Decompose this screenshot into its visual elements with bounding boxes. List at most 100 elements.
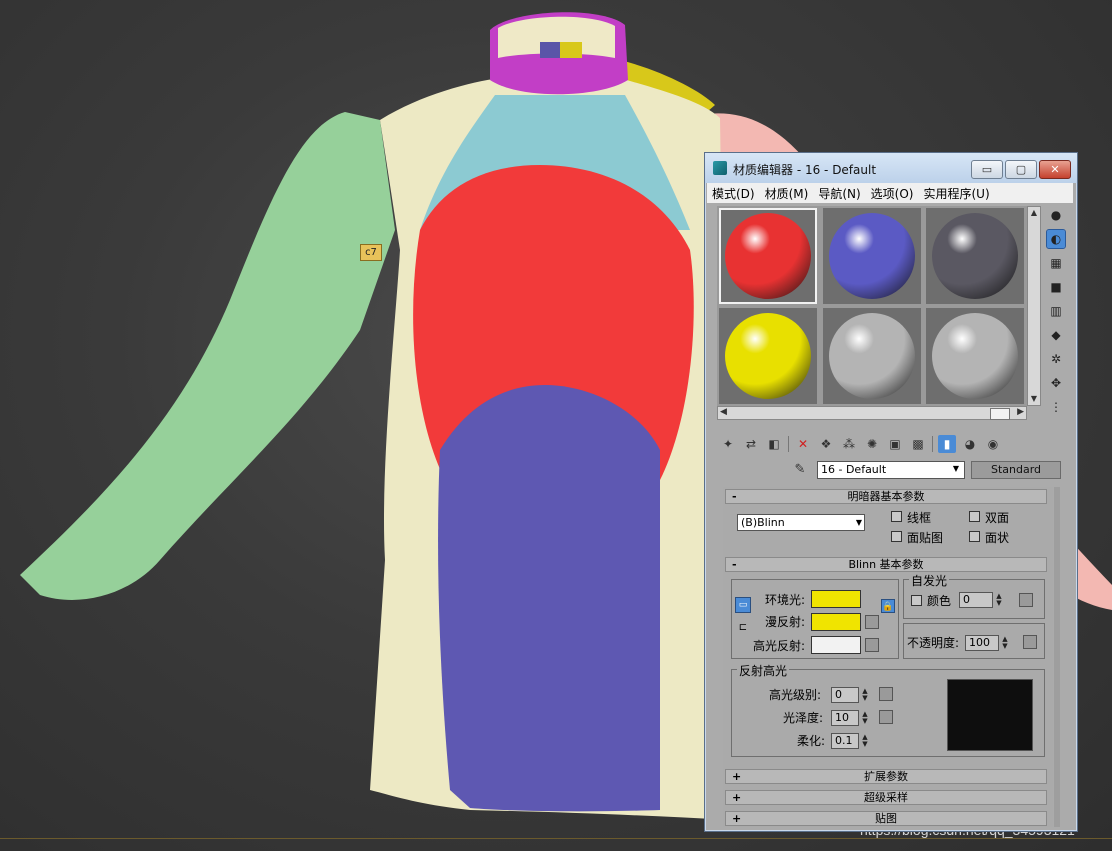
shader-basic-title: 明暗器基本参数 xyxy=(847,490,925,503)
slots-vertical-scrollbar[interactable]: ▲ ▼ xyxy=(1027,206,1041,406)
wire-checkbox[interactable] xyxy=(891,511,902,522)
close-button[interactable]: ✕ xyxy=(1039,160,1071,179)
go-forward-sibling-icon[interactable]: ◕ xyxy=(961,435,979,453)
material-type-button[interactable]: Standard xyxy=(971,461,1061,479)
sample-uv-tiling-icon[interactable]: ■ xyxy=(1047,278,1065,296)
spinner-arrows-icon[interactable]: ▲ ▼ xyxy=(1000,636,1010,650)
title-bar[interactable]: 材质编辑器 - 16 - Default ▭ ▢ ✕ xyxy=(705,153,1077,183)
assign-to-selection-icon[interactable]: ◧ xyxy=(765,435,783,453)
show-end-result-icon[interactable]: ▩ xyxy=(909,435,927,453)
diffuse-label: 漫反射: xyxy=(765,615,806,629)
faceted-checkbox[interactable] xyxy=(969,531,980,542)
vertex-tag: c7 xyxy=(360,244,382,261)
show-map-in-viewport-icon[interactable]: ▣ xyxy=(886,435,904,453)
spinner-arrows-icon[interactable]: ▲ ▼ xyxy=(860,688,870,702)
select-by-material-icon[interactable]: ✥ xyxy=(1047,374,1065,392)
face-map-checkbox[interactable] xyxy=(891,531,902,542)
material-sphere-icon[interactable]: ◉ xyxy=(984,435,1002,453)
shader-basic-rollout-header[interactable]: - 明暗器基本参数 xyxy=(725,489,1047,504)
spinner-arrows-icon[interactable]: ▲ ▼ xyxy=(994,593,1004,607)
material-name-row: ✎ 16 - Default ▼ Standard xyxy=(791,461,1061,481)
glossiness-spinner[interactable]: 10 ▲ ▼ xyxy=(831,710,868,726)
self-illum-color-checkbox[interactable] xyxy=(911,595,922,606)
material-name-field[interactable]: 16 - Default xyxy=(817,461,965,479)
soften-spinner[interactable]: 0.1 ▲ ▼ xyxy=(831,733,868,749)
sample-type-icon[interactable]: ● xyxy=(1047,206,1065,224)
blinn-basic-rollout-header[interactable]: - Blinn 基本参数 xyxy=(725,557,1047,572)
diffuse-map-button[interactable] xyxy=(865,615,879,629)
toolbar-separator xyxy=(788,436,789,452)
reset-map-icon[interactable]: ✕ xyxy=(794,435,812,453)
specular-map-button[interactable] xyxy=(865,638,879,652)
spinner-arrows-icon[interactable]: ▲ ▼ xyxy=(860,734,870,748)
spinner-arrows-icon[interactable]: ▲ ▼ xyxy=(860,711,870,725)
sample-sphere xyxy=(725,313,811,399)
scroll-left-arrow-icon[interactable]: ◀ xyxy=(720,407,727,417)
lock-ambient-diffuse-icon[interactable]: ▭ xyxy=(735,597,751,613)
go-to-parent-icon[interactable]: ▮ xyxy=(938,435,956,453)
sample-slot-5[interactable] xyxy=(823,308,921,404)
shader-type-value: (B)Blinn xyxy=(741,516,785,529)
put-to-library-icon[interactable]: ⁂ xyxy=(840,435,858,453)
extended-params-rollout-header[interactable]: + 扩展参数 xyxy=(725,769,1047,784)
scroll-thumb[interactable] xyxy=(990,408,1010,420)
extended-params-title: 扩展参数 xyxy=(864,770,908,783)
wire-label: 线框 xyxy=(907,511,932,525)
supersampling-rollout-header[interactable]: + 超级采样 xyxy=(725,790,1047,805)
sample-slots xyxy=(717,206,1027,406)
scroll-down-arrow-icon[interactable]: ▼ xyxy=(1028,393,1040,405)
background-icon[interactable]: ▦ xyxy=(1047,254,1065,272)
opacity-map-button[interactable] xyxy=(1023,635,1037,649)
backlight-icon[interactable]: ◐ xyxy=(1046,229,1066,249)
eyedropper-icon[interactable]: ✎ xyxy=(791,462,809,480)
video-color-check-icon[interactable]: ▥ xyxy=(1047,302,1065,320)
scroll-up-arrow-icon[interactable]: ▲ xyxy=(1028,207,1040,219)
lock-icon[interactable]: 🔒 xyxy=(881,599,895,613)
sample-slot-3[interactable] xyxy=(926,208,1024,304)
menu-utilities[interactable]: 实用程序(U) xyxy=(918,185,994,202)
get-material-icon[interactable]: ✦ xyxy=(719,435,737,453)
two-sided-checkbox[interactable] xyxy=(969,511,980,522)
sleeve-left xyxy=(20,112,395,600)
make-preview-icon[interactable]: ◆ xyxy=(1047,326,1065,344)
panel-scrollbar[interactable] xyxy=(1054,487,1060,827)
maximize-button[interactable]: ▢ xyxy=(1005,160,1037,179)
ambient-color-swatch[interactable] xyxy=(811,590,861,608)
specular-color-swatch[interactable] xyxy=(811,636,861,654)
sample-slot-1[interactable] xyxy=(719,208,817,304)
sample-sphere xyxy=(932,313,1018,399)
sample-slot-6[interactable] xyxy=(926,308,1024,404)
self-illum-title: 自发光 xyxy=(909,572,950,589)
supersampling-title: 超级采样 xyxy=(864,791,908,804)
collapse-icon: - xyxy=(732,490,737,503)
lock-diffuse-specular-icon[interactable]: ⊏ xyxy=(735,621,751,637)
sample-slot-2[interactable] xyxy=(823,208,921,304)
chevron-down-icon: ▼ xyxy=(855,518,862,527)
maps-rollout-header[interactable]: + 贴图 xyxy=(725,811,1047,826)
put-to-scene-icon[interactable]: ⇄ xyxy=(742,435,760,453)
shader-type-dropdown[interactable]: (B)Blinn ▼ xyxy=(737,514,865,531)
menu-options[interactable]: 选项(O) xyxy=(866,185,919,202)
material-editor-window[interactable]: 材质编辑器 - 16 - Default ▭ ▢ ✕ 模式(D) 材质(M) 导… xyxy=(704,152,1078,832)
sample-slot-4[interactable] xyxy=(719,308,817,404)
specular-level-spinner[interactable]: 0 ▲ ▼ xyxy=(831,687,868,703)
make-unique-icon[interactable]: ❖ xyxy=(817,435,835,453)
options-icon[interactable]: ✲ xyxy=(1047,350,1065,368)
opacity-spinner[interactable]: 100 ▲ ▼ xyxy=(965,635,1008,651)
menu-navigation[interactable]: 导航(N) xyxy=(813,185,865,202)
collapse-icon: - xyxy=(732,558,737,571)
material-id-channel-icon[interactable]: ✺ xyxy=(863,435,881,453)
glossiness-map-button[interactable] xyxy=(879,710,893,724)
minimize-button[interactable]: ▭ xyxy=(971,160,1003,179)
chevron-down-icon[interactable]: ▼ xyxy=(949,462,963,476)
glossiness-label: 光泽度: xyxy=(783,711,824,725)
scroll-right-arrow-icon[interactable]: ▶ xyxy=(1017,407,1024,417)
menu-mode[interactable]: 模式(D) xyxy=(707,185,760,202)
specular-level-map-button[interactable] xyxy=(879,687,893,701)
self-illum-spinner[interactable]: 0 ▲ ▼ xyxy=(959,592,1002,608)
menu-material[interactable]: 材质(M) xyxy=(760,185,814,202)
material-map-navigator-icon[interactable]: ⋮ xyxy=(1047,398,1065,416)
slots-horizontal-scrollbar[interactable]: ◀ ▶ xyxy=(717,406,1027,420)
diffuse-color-swatch[interactable] xyxy=(811,613,861,631)
self-illum-map-button[interactable] xyxy=(1019,593,1033,607)
